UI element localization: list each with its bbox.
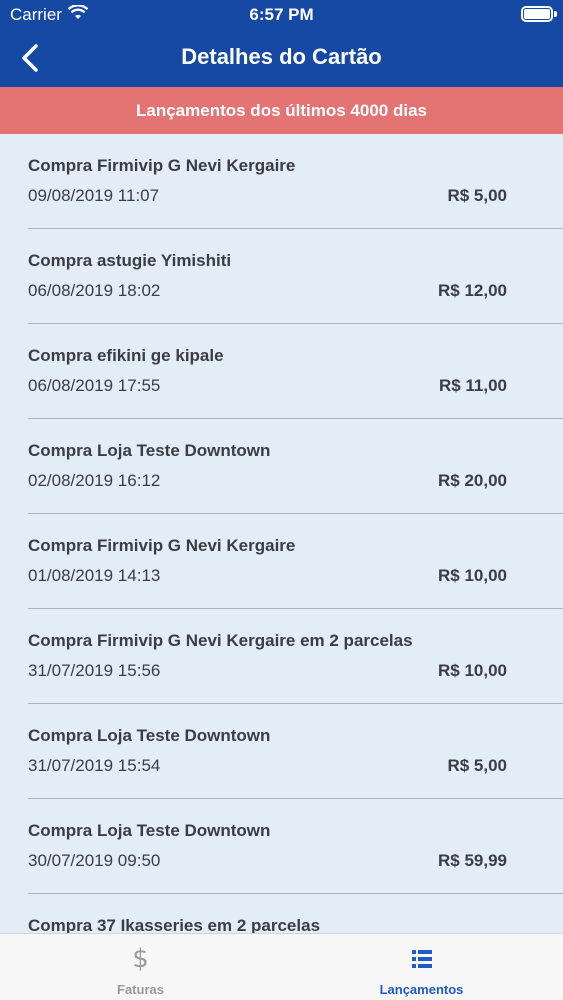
transaction-row[interactable]: Compra Firmivip G Nevi Kergaire em 2 par…	[28, 609, 563, 704]
transaction-title: Compra astugie Yimishiti	[28, 251, 232, 270]
transaction-date: 06/08/2019 18:02	[28, 281, 161, 300]
transaction-value: R$ 59,99	[438, 851, 507, 870]
transaction-date: 30/07/2019 09:50	[28, 851, 161, 870]
status-bar: Carrier 6:57 PM	[0, 0, 563, 30]
transaction-date: 31/07/2019 15:54	[28, 756, 161, 775]
navigation-bar: Detalhes do Cartão	[0, 30, 563, 87]
period-banner: Lançamentos dos últimos 4000 dias	[0, 87, 563, 134]
transaction-title: Compra efikini ge kipale	[28, 346, 224, 365]
tab-bar: $ Faturas Lançamentos	[0, 933, 563, 1000]
tab-label: Faturas	[117, 982, 164, 997]
tab-lancamentos[interactable]: Lançamentos	[281, 934, 562, 1000]
transaction-title: Compra Loja Teste Downtown	[28, 441, 271, 460]
transaction-value: R$ 20,00	[438, 471, 507, 490]
tab-faturas[interactable]: $ Faturas	[0, 934, 281, 1000]
battery-nub	[554, 11, 557, 17]
transaction-value: R$ 5,00	[447, 186, 507, 205]
transaction-date: 06/08/2019 17:55	[28, 376, 161, 395]
transaction-value: R$ 11,00	[438, 376, 507, 395]
page-title: Detalhes do Cartão	[181, 44, 382, 69]
transaction-value: R$ 10,00	[438, 661, 507, 680]
transaction-row[interactable]: Compra Firmivip G Nevi Kergaire 01/08/20…	[28, 514, 563, 609]
transaction-title: Compra Firmivip G Nevi Kergaire em 2 par…	[28, 631, 413, 650]
transaction-row[interactable]: Compra efikini ge kipale 06/08/2019 17:5…	[28, 324, 563, 419]
transaction-value: R$ 10,00	[438, 566, 507, 585]
transaction-date: 01/08/2019 14:13	[28, 566, 161, 585]
transaction-row[interactable]: Compra Loja Teste Downtown 31/07/2019 15…	[28, 704, 563, 799]
transaction-row[interactable]: Compra Firmivip G Nevi Kergaire 09/08/20…	[28, 134, 563, 229]
transaction-title: Compra Firmivip G Nevi Kergaire	[28, 536, 296, 555]
transaction-title: Compra 37 Ikasseries em 2 parcelas	[28, 916, 321, 933]
transaction-list[interactable]: Compra Firmivip G Nevi Kergaire 09/08/20…	[0, 134, 563, 933]
transaction-title: Compra Loja Teste Downtown	[28, 726, 271, 745]
transaction-value: R$ 5,00	[447, 756, 507, 775]
transaction-date: 31/07/2019 15:56	[28, 661, 161, 680]
transaction-row[interactable]: Compra astugie Yimishiti 06/08/2019 18:0…	[28, 229, 563, 324]
transaction-row[interactable]: Compra 37 Ikasseries em 2 parcelas	[28, 894, 563, 933]
transaction-row[interactable]: Compra Loja Teste Downtown 02/08/2019 16…	[28, 419, 563, 514]
tab-label: Lançamentos	[379, 982, 464, 997]
battery-icon	[521, 6, 553, 22]
dollar-icon: $	[132, 944, 149, 974]
transaction-date: 09/08/2019 11:07	[28, 186, 160, 205]
transaction-title: Compra Loja Teste Downtown	[28, 821, 271, 840]
list-icon	[281, 944, 562, 974]
transaction-title: Compra Firmivip G Nevi Kergaire	[28, 156, 296, 175]
transaction-row[interactable]: Compra Loja Teste Downtown 30/07/2019 09…	[28, 799, 563, 894]
clock: 6:57 PM	[249, 5, 314, 24]
transaction-date: 02/08/2019 16:12	[28, 471, 161, 490]
transaction-value: R$ 12,00	[438, 281, 507, 300]
